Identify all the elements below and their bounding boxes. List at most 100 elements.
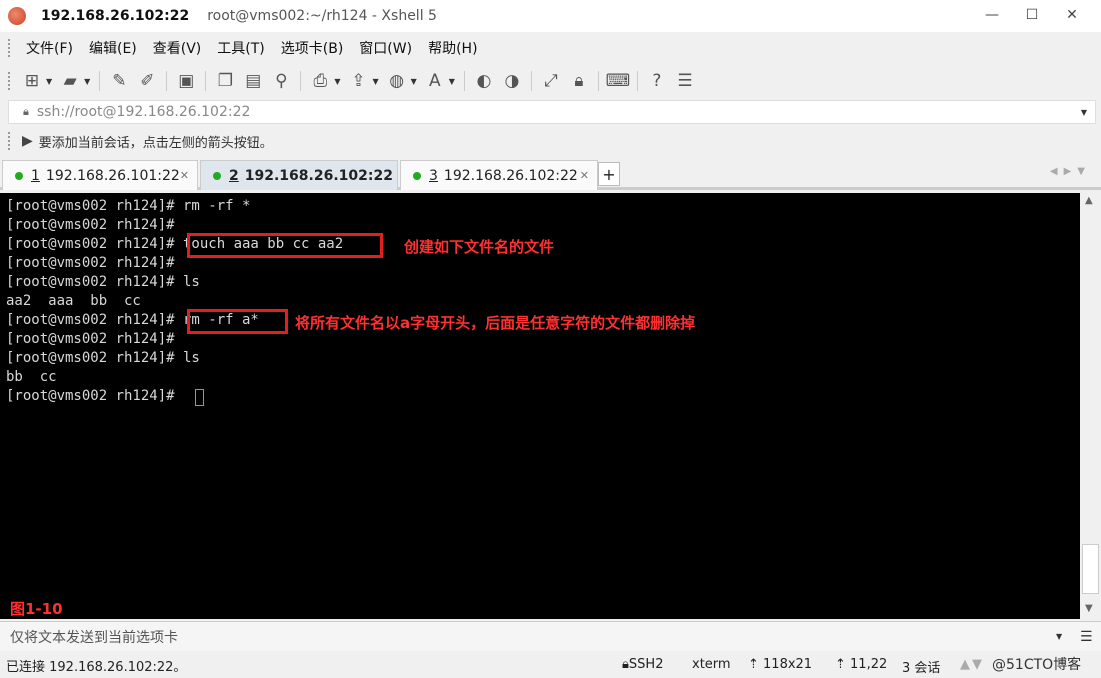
- toolbar: ⊞ ▼ ▰ ▼ ✎ ✐ ▣ ❐ ▤ ⚲ ⎙ ▼ ⇪ ▼ ◍ ▼ A ▼ ◐ ◑ ⤢ 🔒︎ ⌨…: [0, 64, 1101, 98]
- find-icon[interactable]: ⚲: [270, 70, 292, 92]
- tab-nav-arrows-icon[interactable]: ◀▶▼: [1050, 166, 1091, 177]
- scroll-up-icon[interactable]: ▲: [1085, 195, 1093, 206]
- tab-label: 192.168.26.101:22: [45, 167, 180, 184]
- menu-bar: 文件(F) 编辑(E) 查看(V) 工具(T) 选项卡(B) 窗口(W) 帮助(…: [0, 34, 1101, 62]
- toolbar-divider: [597, 71, 599, 91]
- terminal-type: xterm: [692, 657, 731, 672]
- terminal-line: aa2 aaa bb cc: [6, 293, 141, 309]
- send-target-dropdown-icon[interactable]: ▼: [1056, 632, 1062, 641]
- xshell-app-icon[interactable]: [8, 7, 26, 25]
- terminal-line: [root@vms002 rh124]# ls: [6, 350, 200, 366]
- print-icon[interactable]: ⎙: [309, 70, 331, 92]
- session-tab-3[interactable]: 3 192.168.26.102:22 ✕: [400, 160, 598, 190]
- open-dropdown-icon[interactable]: ▼: [84, 77, 90, 86]
- terminal-line: [root@vms002 rh124]#: [6, 217, 175, 233]
- toolbar-grip: [8, 72, 12, 90]
- compose-bar[interactable]: 仅将文本发送到当前选项卡 ▼ ☰: [0, 621, 1101, 651]
- annotation-create-files: 创建如下文件名的文件: [404, 238, 555, 256]
- terminal-output[interactable]: [root@vms002 rh124]# rm -rf * [root@vms0…: [0, 193, 1080, 619]
- print-dropdown-icon[interactable]: ▼: [334, 77, 340, 86]
- cursor-position-value: 11,22: [850, 657, 888, 672]
- toolbar-divider: [99, 71, 101, 91]
- xftp-icon[interactable]: ◐: [473, 70, 495, 92]
- toolbar-divider: [166, 71, 168, 91]
- tab-close-icon[interactable]: ✕: [580, 169, 589, 182]
- session-count: 3 会话: [902, 661, 941, 676]
- globe-icon[interactable]: ◍: [386, 70, 408, 92]
- menu-view[interactable]: 查看(V): [145, 38, 210, 58]
- menu-tools[interactable]: 工具(T): [209, 38, 272, 58]
- annotation-delete-files: 将所有文件名以a字母开头，后面是任意字符的文件都删除掉: [295, 314, 696, 332]
- tab-bar: 1 192.168.26.101:22 ✕ 2 192.168.26.102:2…: [0, 158, 1101, 190]
- terminal-size-value: 118x21: [763, 657, 813, 672]
- watermark: @51CTO博客: [992, 657, 1082, 673]
- tab-label: 192.168.26.102:22: [244, 167, 393, 184]
- paste-icon[interactable]: ▤: [242, 70, 264, 92]
- tab-number: 3: [429, 167, 438, 184]
- figure-label: 图1-10: [10, 600, 63, 618]
- copy-icon[interactable]: ❐: [214, 70, 236, 92]
- new-session-dropdown-icon[interactable]: ▼: [46, 77, 52, 86]
- connected-status-icon: [413, 171, 421, 180]
- menu-file[interactable]: 文件(F): [18, 38, 81, 58]
- transfer-icon[interactable]: ⇪: [347, 70, 369, 92]
- help-icon[interactable]: ?: [646, 70, 668, 92]
- lock-icon[interactable]: 🔒︎: [568, 70, 590, 92]
- terminal-line: [root@vms002 rh124]# ls: [6, 274, 200, 290]
- address-lock-icon: 🔒︎: [23, 105, 29, 118]
- status-bar: 已连接 192.168.26.102:22。 🔒︎SSH2 xterm ⇡ 11…: [0, 652, 1101, 678]
- toolbar-divider: [636, 71, 638, 91]
- session-hint-bar: ▶ 要添加当前会话，点击左侧的箭头按钮。: [0, 128, 1101, 154]
- open-folder-icon[interactable]: ▰: [59, 70, 81, 92]
- menu-edit[interactable]: 编辑(E): [81, 38, 145, 58]
- font-dropdown-icon[interactable]: ▼: [449, 77, 455, 86]
- add-session-arrow-icon[interactable]: ▶: [22, 133, 33, 149]
- terminal-line: [root@vms002 rh124]#: [6, 331, 175, 347]
- title-bar: 192.168.26.102:22 root@vms002:~/rh124 - …: [0, 0, 1101, 32]
- new-session-icon[interactable]: ⊞: [21, 70, 43, 92]
- connected-status-icon: [15, 171, 23, 180]
- terminal-line: [root@vms002 rh124]#: [6, 255, 175, 271]
- compose-menu-icon[interactable]: ☰: [1080, 629, 1093, 645]
- minimize-button[interactable]: —: [974, 0, 1010, 30]
- fullscreen-icon[interactable]: ⤢: [540, 70, 562, 92]
- menu-window[interactable]: 窗口(W): [351, 38, 420, 58]
- window-title: root@vms002:~/rh124 - Xshell 5: [207, 8, 437, 24]
- font-icon[interactable]: A: [424, 70, 446, 92]
- tab-close-icon[interactable]: ✕: [180, 169, 189, 182]
- session-tab-2[interactable]: 2 192.168.26.102:22: [200, 160, 398, 190]
- connected-status-icon: [213, 171, 221, 180]
- chat-icon[interactable]: ☰: [674, 70, 696, 92]
- address-input[interactable]: ssh://root@192.168.26.102:22: [37, 104, 251, 120]
- transfer-dropdown-icon[interactable]: ▼: [372, 77, 378, 86]
- tab-number: 1: [31, 167, 40, 184]
- tab-label: 192.168.26.102:22: [443, 167, 578, 184]
- new-tab-button[interactable]: +: [598, 162, 620, 186]
- menu-help[interactable]: 帮助(H): [420, 38, 485, 58]
- menu-tabs[interactable]: 选项卡(B): [273, 38, 352, 58]
- toolbar-divider: [205, 71, 207, 91]
- connection-status: 已连接 192.168.26.102:22。: [6, 659, 187, 675]
- close-button[interactable]: ✕: [1054, 0, 1090, 30]
- address-dropdown-icon[interactable]: ▼: [1081, 108, 1087, 117]
- terminal-line: [root@vms002 rh124]# rm -rf *: [6, 198, 251, 214]
- terminal-scrollbar[interactable]: ▲ ▼: [1080, 193, 1101, 619]
- disconnect-icon[interactable]: ✎: [108, 70, 130, 92]
- toolbar-divider: [463, 71, 465, 91]
- maximize-button[interactable]: ☐: [1014, 0, 1050, 30]
- address-bar[interactable]: 🔒︎ ssh://root@192.168.26.102:22 ▼: [8, 100, 1096, 124]
- send-target-label[interactable]: 仅将文本发送到当前选项卡: [10, 627, 178, 647]
- properties-icon[interactable]: ▣: [175, 70, 197, 92]
- session-hint-text: 要添加当前会话，点击左侧的箭头按钮。: [38, 135, 273, 151]
- session-tab-1[interactable]: 1 192.168.26.101:22 ✕: [2, 160, 198, 190]
- reconnect-icon[interactable]: ✐: [136, 70, 158, 92]
- menu-grip: [8, 39, 12, 57]
- terminal-size: ⇡ 118x21: [748, 657, 813, 672]
- scroll-down-icon[interactable]: ▼: [1085, 603, 1093, 614]
- keyboard-icon[interactable]: ⌨: [606, 70, 631, 92]
- protocol-status: 🔒︎SSH2: [622, 657, 664, 672]
- encoding-dropdown-icon[interactable]: ▼: [411, 77, 417, 86]
- status-nav-arrows-icon[interactable]: ▲▼: [960, 657, 984, 672]
- scroll-thumb[interactable]: [1082, 544, 1099, 594]
- xmanager-icon[interactable]: ◑: [501, 70, 523, 92]
